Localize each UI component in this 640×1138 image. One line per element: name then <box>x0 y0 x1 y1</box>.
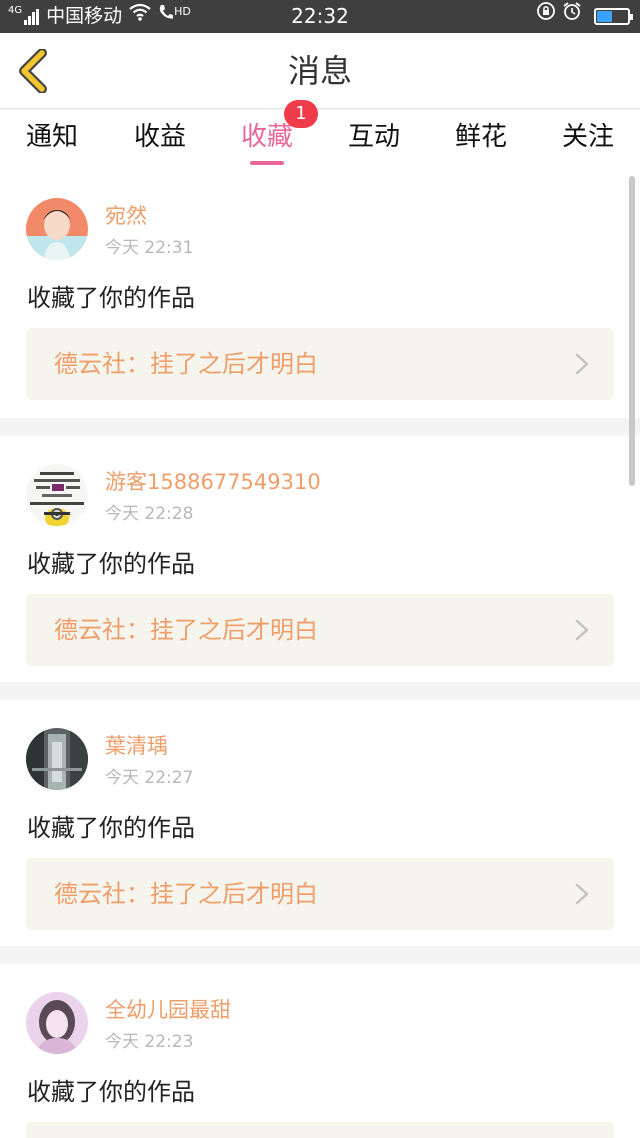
tab-following[interactable]: 关注 <box>558 110 618 170</box>
work-link[interactable]: 德云社：挂了之后才明白 <box>26 594 614 666</box>
tab-flowers[interactable]: 鲜花 <box>451 110 511 170</box>
work-title: 德云社：挂了之后才明白 <box>54 880 318 908</box>
tab-bar: 通知 收益 收藏 互动 鲜花 关注 <box>0 110 640 170</box>
navigation-bar: 消息 <box>0 33 640 109</box>
action-text: 收藏了你的作品 <box>27 550 195 578</box>
feed-item: 全幼儿园最甜 今天 22:23 收藏了你的作品 <box>0 964 640 1138</box>
tab-interactions[interactable]: 互动 <box>344 110 404 170</box>
username[interactable]: 宛然 <box>105 200 147 230</box>
timestamp: 今天 22:28 <box>105 504 194 524</box>
avatar[interactable] <box>26 728 88 790</box>
active-tab-indicator <box>250 161 284 165</box>
chevron-right-icon <box>575 883 589 905</box>
work-title: 德云社：挂了之后才明白 <box>54 350 318 378</box>
chevron-right-icon <box>575 353 589 375</box>
action-text: 收藏了你的作品 <box>27 814 195 842</box>
avatar[interactable] <box>26 464 88 526</box>
username[interactable]: 全幼儿园最甜 <box>105 994 231 1024</box>
timestamp: 今天 22:23 <box>105 1032 194 1052</box>
status-right <box>530 0 633 33</box>
page-title: 消息 <box>287 52 352 90</box>
tab-notifications[interactable]: 通知 <box>22 110 82 170</box>
feed-item: 葉清瑀 今天 22:27 收藏了你的作品 德云社：挂了之后才明白 <box>0 700 640 946</box>
work-link[interactable] <box>26 1122 614 1138</box>
alarm-icon <box>562 0 582 33</box>
tab-badge-count: 1 <box>284 100 318 128</box>
work-link[interactable]: 德云社：挂了之后才明白 <box>26 858 614 930</box>
action-text: 收藏了你的作品 <box>27 1078 195 1106</box>
feed-item: 宛然 今天 22:31 收藏了你的作品 德云社：挂了之后才明白 <box>0 170 640 418</box>
feed-item: 游客1588677549310 今天 22:28 收藏了你的作品 德云社：挂了之… <box>0 436 640 682</box>
timestamp: 今天 22:31 <box>105 238 194 258</box>
work-title: 德云社：挂了之后才明白 <box>54 616 318 644</box>
work-link[interactable]: 德云社：挂了之后才明白 <box>26 328 614 400</box>
tab-earnings[interactable]: 收益 <box>130 110 190 170</box>
chevron-right-icon <box>575 619 589 641</box>
avatar[interactable] <box>26 198 88 260</box>
username[interactable]: 葉清瑀 <box>105 730 168 760</box>
username[interactable]: 游客1588677549310 <box>105 466 321 496</box>
timestamp: 今天 22:27 <box>105 768 194 788</box>
status-bar: 4G 中国移动 HD 22:32 <box>0 0 640 33</box>
battery-icon <box>594 8 633 25</box>
rotation-lock-icon <box>536 0 556 33</box>
action-text: 收藏了你的作品 <box>27 284 195 312</box>
scrollbar[interactable] <box>629 176 635 486</box>
avatar[interactable] <box>26 992 88 1054</box>
